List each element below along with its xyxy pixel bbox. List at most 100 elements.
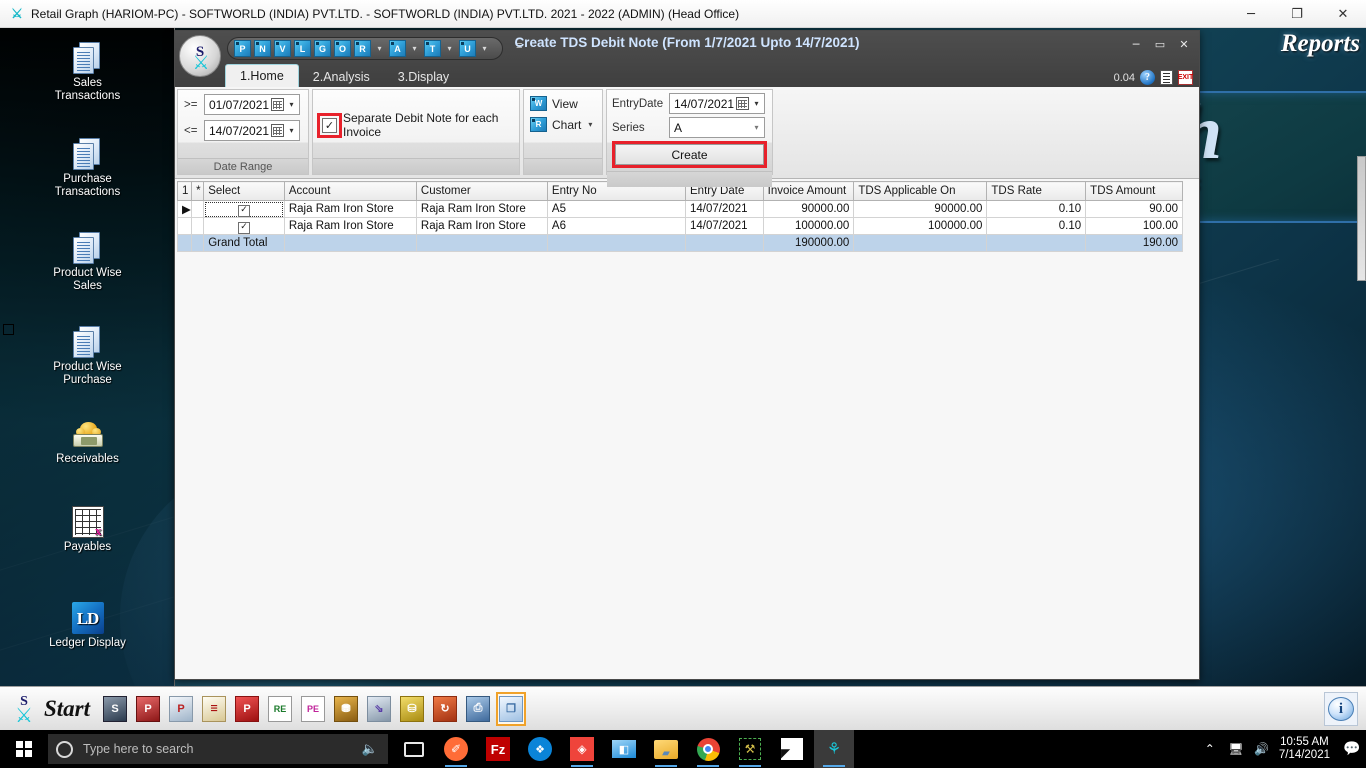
taskbar-remote-desktop[interactable]: ❖	[520, 730, 560, 768]
quicklaunch-receipt-entry[interactable]: RE	[265, 692, 295, 726]
column-header-invoice-amount[interactable]: Invoice Amount	[763, 182, 854, 201]
window-close-button[interactable]: ✕	[1173, 35, 1195, 53]
action-center-icon[interactable]: 💬	[1338, 741, 1366, 757]
quicklaunch-sales-invoice[interactable]: S	[100, 692, 130, 726]
column-header-tds-rate[interactable]: TDS Rate	[987, 182, 1086, 201]
windows-start-button[interactable]	[0, 730, 48, 768]
information-button[interactable]: i	[1324, 692, 1358, 726]
quick-access-overflow-icon[interactable]: ≡	[516, 40, 522, 52]
column-header-tds-amount[interactable]: TDS Amount	[1086, 182, 1183, 201]
qat-button-v[interactable]: V	[274, 40, 291, 57]
quicklaunch-stock-report[interactable]: ☰	[199, 692, 229, 726]
table-row[interactable]: ▶ ✓ Raja Ram Iron Store Raja Ram Iron St…	[178, 201, 1183, 218]
column-header-account[interactable]: Account	[284, 182, 416, 201]
sidebar-item-product-wise-sales[interactable]: Product Wise Sales	[0, 232, 175, 293]
app-minimize-button[interactable]: ─	[1228, 0, 1274, 28]
quicklaunch-purchase-invoice[interactable]: P	[133, 692, 163, 726]
quicklaunch-payment-voucher[interactable]: P	[166, 692, 196, 726]
taskbar-retail-graph[interactable]: ⚘	[814, 730, 854, 768]
chevron-down-icon[interactable]: ▾	[374, 44, 385, 53]
sidebar-item-receivables[interactable]: Receivables	[0, 420, 175, 466]
tray-chevron-icon[interactable]: ⌃	[1197, 742, 1223, 756]
sidebar-item-product-wise-purchase[interactable]: Product Wise Purchase	[0, 326, 175, 387]
qat-button-r[interactable]: R	[354, 40, 371, 57]
date-to-input[interactable]: 14/07/2021 ▾	[204, 120, 300, 141]
view-button[interactable]: W View	[530, 96, 596, 111]
qat-button-p[interactable]: P	[234, 40, 251, 57]
quicklaunch-payment-entry[interactable]: PE	[298, 692, 328, 726]
column-header-customer[interactable]: Customer	[416, 182, 547, 201]
row-select-checkbox[interactable]: ✓	[238, 222, 250, 234]
volume-icon[interactable]: 🔊	[1249, 742, 1275, 756]
tab-analysis[interactable]: 2.Analysis	[299, 66, 384, 87]
date-from-input[interactable]: 01/07/2021 ▾	[204, 94, 300, 115]
quicklaunch-print-setup[interactable]: ⎙	[463, 692, 493, 726]
qat-button-u[interactable]: U	[459, 40, 476, 57]
retail-graph-logo-icon[interactable]: S⚔	[8, 693, 40, 725]
chevron-down-icon[interactable]: ▾	[444, 44, 455, 53]
row-select-checkbox[interactable]: ✓	[238, 205, 250, 217]
qat-button-t[interactable]: T	[424, 40, 441, 57]
quicklaunch-fund-transfer[interactable]: ⇘	[364, 692, 394, 726]
sidebar-item-payables[interactable]: x Payables	[0, 506, 175, 554]
window-restore-button[interactable]: ▭	[1149, 35, 1171, 53]
sidebar-item-ledger-display[interactable]: LD Ledger Display	[0, 602, 175, 650]
microphone-icon[interactable]: 🔈	[362, 742, 378, 757]
column-header-select[interactable]: Select	[204, 182, 285, 201]
report-icon[interactable]	[1160, 70, 1173, 85]
chevron-down-icon[interactable]: ▾	[479, 44, 490, 53]
quicklaunch-print-preview[interactable]: P	[232, 692, 262, 726]
quicklaunch-tds-debit-note[interactable]: ❐	[496, 692, 526, 726]
taskbar-chrome[interactable]	[688, 730, 728, 768]
workspace-scrollbar-thumb[interactable]	[1357, 156, 1366, 281]
taskbar-notepad[interactable]: ◤	[772, 730, 812, 768]
qat-button-o[interactable]: O	[334, 40, 351, 57]
quicklaunch-cash-calculator[interactable]: ⛁	[397, 692, 427, 726]
qat-button-g[interactable]: G	[314, 40, 331, 57]
row-select-checkbox-cell[interactable]: ✓	[204, 201, 285, 218]
taskbar-dev-tools[interactable]: ⚒	[730, 730, 770, 768]
table-row[interactable]: ✓ Raja Ram Iron Store Raja Ram Iron Stor…	[178, 218, 1183, 235]
chevron-down-icon[interactable]: ▾	[409, 44, 420, 53]
exit-icon[interactable]: EXIT	[1178, 70, 1193, 85]
sidebar-item-sales-transactions[interactable]: Sales Transactions	[0, 42, 175, 103]
row-select-checkbox-cell[interactable]: ✓	[204, 218, 285, 235]
chevron-down-icon[interactable]: ▾	[286, 121, 297, 140]
network-icon[interactable]: 🖥	[1223, 742, 1249, 756]
window-minimize-button[interactable]: ─	[1125, 35, 1147, 53]
chevron-down-icon[interactable]: ▾	[286, 95, 297, 114]
taskbar-postman[interactable]: ✐	[436, 730, 476, 768]
application-menu-orb[interactable]: S ⚔	[179, 35, 221, 77]
quicklaunch-cash-book[interactable]: ⛃	[331, 692, 361, 726]
taskbar-teamviewer[interactable]: ◧	[604, 730, 644, 768]
chart-button[interactable]: R Chart ▾	[530, 117, 596, 132]
column-header-star[interactable]: *	[192, 182, 204, 201]
quicklaunch-conversion[interactable]: ↻	[430, 692, 460, 726]
separate-debit-note-checkbox[interactable]: ✓	[322, 118, 337, 133]
chevron-down-icon[interactable]: ▾	[588, 120, 592, 129]
column-header-rownum[interactable]: 1	[178, 182, 192, 201]
create-button[interactable]: Create	[615, 144, 764, 165]
taskbar-filezilla[interactable]: Fz	[478, 730, 518, 768]
clock[interactable]: 10:55 AM 7/14/2021	[1279, 736, 1330, 762]
column-header-tds-applicable-on[interactable]: TDS Applicable On	[854, 182, 987, 201]
series-select[interactable]: A ▾	[669, 117, 765, 138]
tab-display[interactable]: 3.Display	[384, 66, 463, 87]
task-view-button[interactable]	[394, 730, 434, 768]
data-grid-container[interactable]: 1 * Select Account Customer Entry No Ent…	[175, 179, 1199, 679]
app-close-button[interactable]: ✕	[1320, 0, 1366, 28]
qat-button-n[interactable]: N	[254, 40, 271, 57]
tab-home[interactable]: 1.Home	[225, 64, 299, 87]
entry-date-input[interactable]: 14/07/2021 ▾	[669, 93, 765, 114]
app-maximize-button[interactable]: ❐	[1274, 0, 1320, 28]
start-button[interactable]: Start	[44, 696, 90, 722]
qat-button-a[interactable]: A	[389, 40, 406, 57]
sidebar-item-purchase-transactions[interactable]: Purchase Transactions	[0, 138, 175, 199]
help-icon[interactable]: ?	[1140, 70, 1155, 85]
qat-button-l[interactable]: L	[294, 40, 311, 57]
taskbar-file-explorer[interactable]: ▰	[646, 730, 686, 768]
chevron-down-icon[interactable]: ▾	[751, 118, 762, 137]
chevron-down-icon[interactable]: ▾	[751, 94, 762, 113]
taskbar-anydesk[interactable]: ◈	[562, 730, 602, 768]
taskbar-search-box[interactable]: Type here to search 🔈	[48, 734, 388, 764]
